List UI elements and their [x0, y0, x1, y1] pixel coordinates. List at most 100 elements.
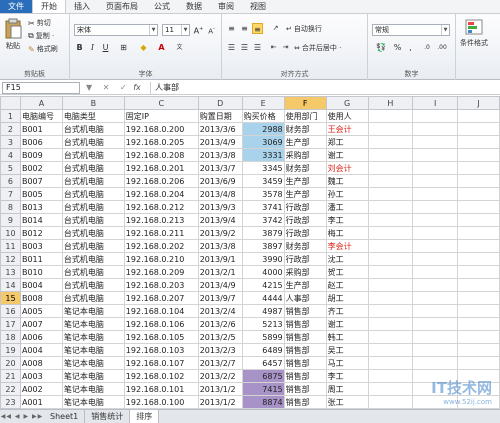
- cell[interactable]: [367, 395, 414, 409]
- cell[interactable]: [457, 174, 500, 188]
- cell[interactable]: [412, 174, 459, 188]
- cell[interactable]: B010: [19, 265, 63, 279]
- cell[interactable]: 生产部: [283, 174, 327, 188]
- decrease-decimal-icon[interactable]: .00: [435, 42, 449, 53]
- cell[interactable]: 3578: [241, 187, 285, 201]
- cell[interactable]: 财务部: [283, 161, 327, 175]
- cell[interactable]: 192.168.0.107: [123, 356, 199, 370]
- cell[interactable]: 192.168.0.204: [123, 187, 199, 201]
- row-header[interactable]: 3: [0, 135, 21, 149]
- cut-button[interactable]: ✂ 剪切: [28, 18, 51, 28]
- cell[interactable]: 3990: [241, 252, 285, 266]
- cell[interactable]: 192.168.0.102: [123, 369, 199, 383]
- cell[interactable]: 3331: [241, 148, 285, 162]
- conditional-format-button[interactable]: 条件格式: [460, 18, 488, 48]
- cell[interactable]: [367, 291, 414, 305]
- menu-item-0[interactable]: 文件: [0, 0, 32, 13]
- row-header[interactable]: 7: [0, 187, 21, 201]
- row-header[interactable]: 10: [0, 226, 21, 240]
- cell[interactable]: 笔记本电脑: [61, 356, 125, 370]
- cell[interactable]: 192.168.0.101: [123, 382, 199, 396]
- cell[interactable]: [412, 304, 459, 318]
- cell[interactable]: 2013/2/6: [197, 317, 243, 331]
- cell[interactable]: 笔记本电脑: [61, 317, 125, 331]
- row-header[interactable]: 23: [0, 395, 21, 409]
- cell[interactable]: 192.168.0.210: [123, 252, 199, 266]
- cell[interactable]: [367, 382, 414, 396]
- cell[interactable]: [457, 226, 500, 240]
- wrap-text-button[interactable]: ↵ 自动换行: [286, 24, 322, 34]
- cell[interactable]: 192.168.0.104: [123, 304, 199, 318]
- row-header[interactable]: 9: [0, 213, 21, 227]
- cell[interactable]: 销售部: [283, 395, 327, 409]
- cell[interactable]: [412, 330, 459, 344]
- cell[interactable]: 3879: [241, 226, 285, 240]
- cell[interactable]: 台式机电脑: [61, 187, 125, 201]
- cell[interactable]: B002: [19, 161, 63, 175]
- grow-font-icon[interactable]: A+: [193, 24, 204, 36]
- cell[interactable]: [457, 278, 500, 292]
- cell[interactable]: 8874: [241, 395, 285, 409]
- border-icon[interactable]: ⊞: [118, 42, 129, 53]
- paste-button[interactable]: 粘贴: [3, 18, 23, 51]
- cell[interactable]: [457, 356, 500, 370]
- cell[interactable]: 台式机电脑: [61, 148, 125, 162]
- row-header[interactable]: 20: [0, 356, 21, 370]
- cell[interactable]: [367, 109, 414, 123]
- cell[interactable]: 7415: [241, 382, 285, 396]
- cell[interactable]: [367, 213, 414, 227]
- row-header[interactable]: 4: [0, 148, 21, 162]
- cell[interactable]: 6875: [241, 369, 285, 383]
- sheet-nav-arrows-icon[interactable]: ◀◀ ◀ ▶ ▶▶: [0, 410, 44, 423]
- cell[interactable]: 4987: [241, 304, 285, 318]
- row-header[interactable]: 13: [0, 265, 21, 279]
- fx-icon[interactable]: ▼ ✕ ✓ fx: [86, 82, 146, 94]
- cell[interactable]: [412, 200, 459, 214]
- row-header[interactable]: 18: [0, 330, 21, 344]
- cell[interactable]: 2988: [241, 122, 285, 136]
- cell[interactable]: 贺工: [325, 265, 369, 279]
- cell[interactable]: [412, 213, 459, 227]
- cell[interactable]: 销售部: [283, 304, 327, 318]
- row-header[interactable]: 19: [0, 343, 21, 357]
- font-name-select[interactable]: 宋体 ▼: [74, 24, 158, 36]
- cell[interactable]: 魏工: [325, 174, 369, 188]
- cell[interactable]: 192.168.0.103: [123, 343, 199, 357]
- cell[interactable]: A008: [19, 356, 63, 370]
- cell[interactable]: 192.168.0.208: [123, 148, 199, 162]
- cell[interactable]: 笔记本电脑: [61, 369, 125, 383]
- cell[interactable]: [412, 239, 459, 253]
- cell[interactable]: 李会计: [325, 239, 369, 253]
- cell[interactable]: 台式机电脑: [61, 291, 125, 305]
- cell[interactable]: [367, 148, 414, 162]
- cell[interactable]: [457, 291, 500, 305]
- cell[interactable]: 192.168.0.213: [123, 213, 199, 227]
- cell[interactable]: 2013/9/7: [197, 291, 243, 305]
- row-header[interactable]: 22: [0, 382, 21, 396]
- cell[interactable]: 2013/6/9: [197, 174, 243, 188]
- shrink-font-icon[interactable]: A-: [206, 24, 217, 35]
- cell[interactable]: 192.168.0.200: [123, 122, 199, 136]
- cell[interactable]: 使用人: [325, 109, 369, 123]
- cell[interactable]: 李工: [325, 369, 369, 383]
- cell[interactable]: [457, 330, 500, 344]
- cell[interactable]: 192.168.0.209: [123, 265, 199, 279]
- cell[interactable]: 台式机电脑: [61, 161, 125, 175]
- cell[interactable]: 2013/9/4: [197, 213, 243, 227]
- cell[interactable]: 192.168.0.211: [123, 226, 199, 240]
- number-format-select[interactable]: 常规 ▼: [372, 24, 450, 36]
- cell[interactable]: 2013/3/8: [197, 148, 243, 162]
- row-header[interactable]: 11: [0, 239, 21, 253]
- cell[interactable]: 沈工: [325, 252, 369, 266]
- cell[interactable]: 台式机电脑: [61, 252, 125, 266]
- cell[interactable]: 销售部: [283, 330, 327, 344]
- cell[interactable]: [412, 226, 459, 240]
- cell[interactable]: 4000: [241, 265, 285, 279]
- cell[interactable]: 192.168.0.201: [123, 161, 199, 175]
- comma-style-icon[interactable]: ,: [405, 42, 416, 53]
- cell[interactable]: 胡工: [325, 291, 369, 305]
- cell[interactable]: 4215: [241, 278, 285, 292]
- cell[interactable]: 谢工: [325, 148, 369, 162]
- cell[interactable]: [412, 252, 459, 266]
- cell[interactable]: [457, 187, 500, 201]
